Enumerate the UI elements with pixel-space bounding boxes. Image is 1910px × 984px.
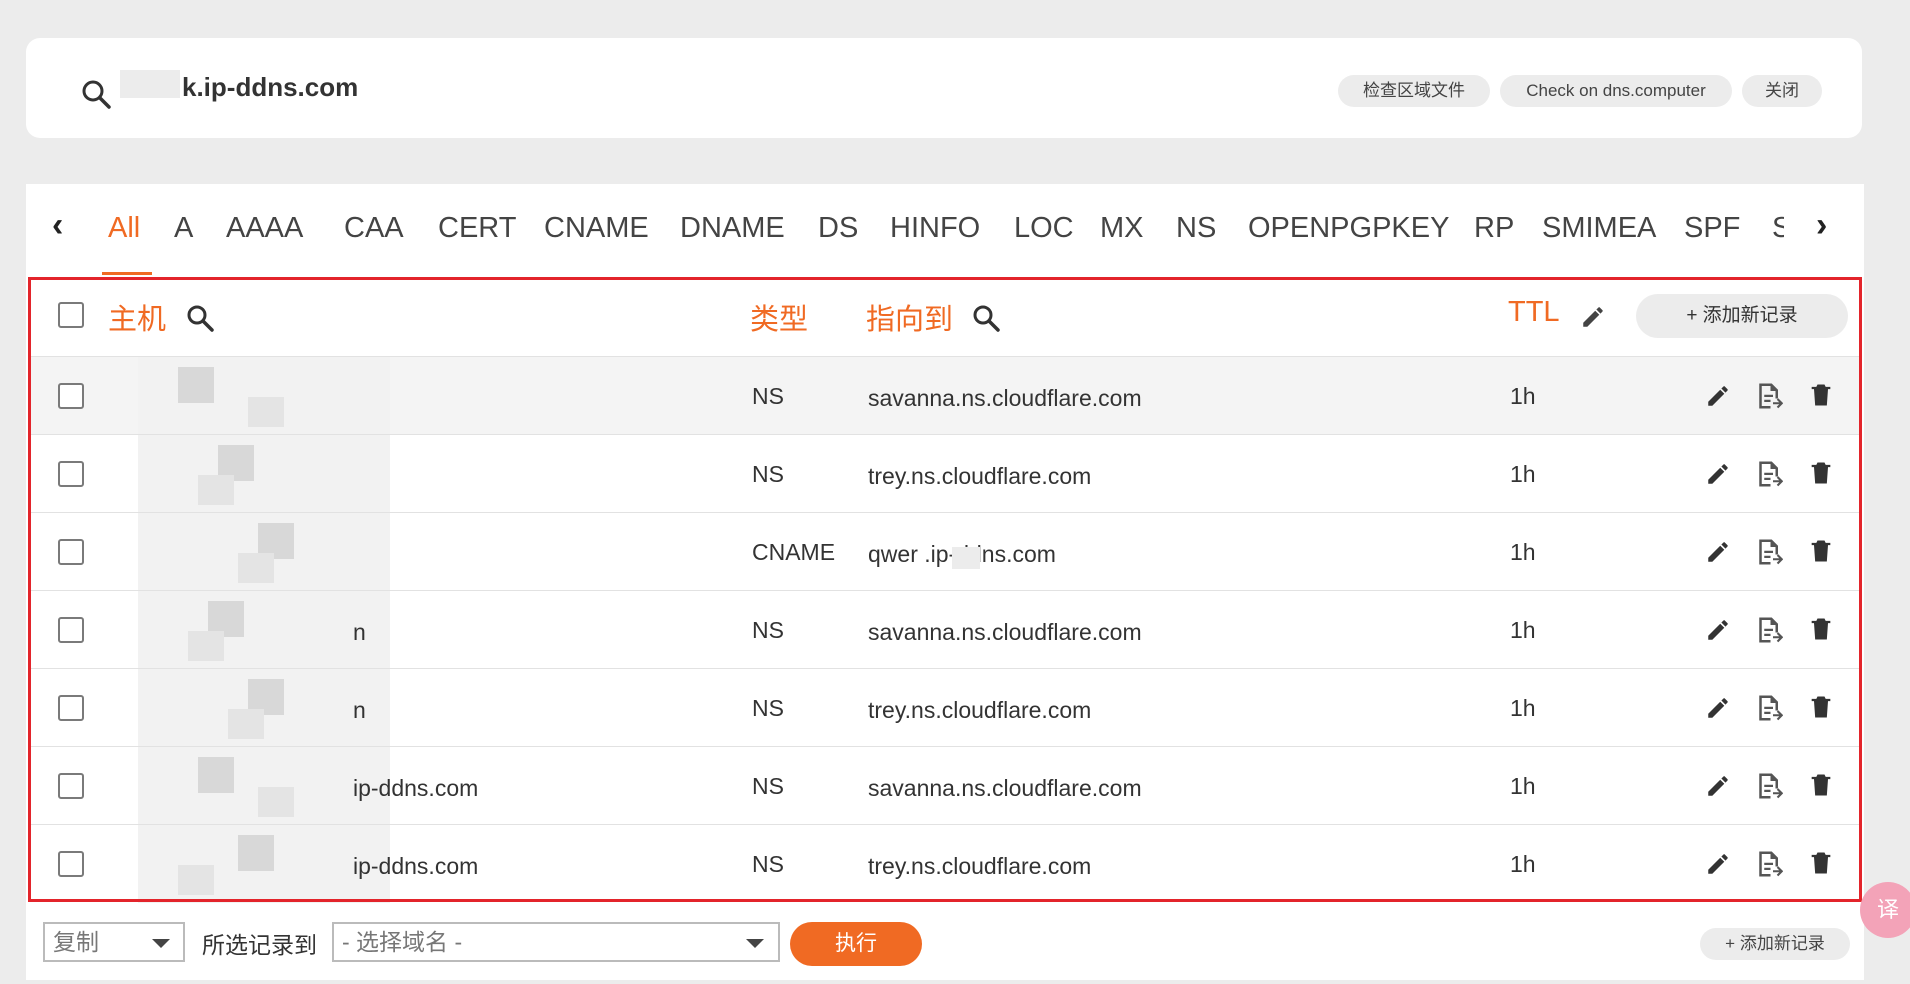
tab-cert[interactable]: CERT bbox=[438, 212, 516, 245]
record-type-tabs: ‹ All A AAAA CAA CERT CNAME DNAME DS HIN… bbox=[26, 184, 1864, 276]
domain-title: k.ip-ddns.com bbox=[182, 72, 359, 102]
add-record-button-bottom[interactable]: + 添加新记录 bbox=[1700, 928, 1850, 960]
translate-icon[interactable]: 译 bbox=[1860, 882, 1910, 938]
chevron-down-icon bbox=[746, 939, 764, 948]
tab-openpgpkey[interactable]: OPENPGPKEY bbox=[1248, 212, 1449, 245]
tab-mx[interactable]: MX bbox=[1100, 212, 1144, 245]
check-dns-computer-button[interactable]: Check on dns.computer bbox=[1500, 75, 1732, 107]
tab-smimea[interactable]: SMIMEA bbox=[1542, 212, 1656, 245]
tab-spf[interactable]: SPF bbox=[1684, 212, 1740, 245]
search-icon[interactable] bbox=[80, 78, 112, 110]
move-records-label: 所选记录到 bbox=[202, 932, 317, 958]
execute-button[interactable]: 执行 bbox=[790, 922, 922, 966]
active-tab-indicator bbox=[102, 272, 152, 275]
tab-dname[interactable]: DNAME bbox=[680, 212, 785, 245]
copy-select-value: 复制 bbox=[53, 929, 99, 955]
tab-rp[interactable]: RP bbox=[1474, 212, 1514, 245]
chevron-right-icon[interactable]: › bbox=[1816, 206, 1827, 245]
tab-cname[interactable]: CNAME bbox=[544, 212, 649, 245]
tab-a[interactable]: A bbox=[174, 212, 193, 245]
tab-all[interactable]: All bbox=[108, 212, 140, 245]
chevron-left-icon[interactable]: ‹ bbox=[52, 206, 63, 245]
domain-select[interactable]: - 选择域名 - bbox=[332, 922, 780, 962]
tab-hinfo[interactable]: HINFO bbox=[890, 212, 980, 245]
tab-aaaa[interactable]: AAAA bbox=[226, 212, 303, 245]
highlight-frame bbox=[28, 277, 1862, 902]
close-button[interactable]: 关闭 bbox=[1742, 75, 1822, 107]
check-zone-file-button[interactable]: 检查区域文件 bbox=[1338, 75, 1490, 107]
tab-loc[interactable]: LOC bbox=[1014, 212, 1074, 245]
tab-ds[interactable]: DS bbox=[818, 212, 858, 245]
tab-caa[interactable]: CAA bbox=[344, 212, 404, 245]
tab-ns[interactable]: NS bbox=[1176, 212, 1216, 245]
chevron-down-icon bbox=[152, 939, 170, 948]
domain-select-value: - 选择域名 - bbox=[342, 929, 463, 955]
redaction-block bbox=[120, 70, 180, 98]
tab-s-partial[interactable]: S bbox=[1772, 212, 1784, 245]
